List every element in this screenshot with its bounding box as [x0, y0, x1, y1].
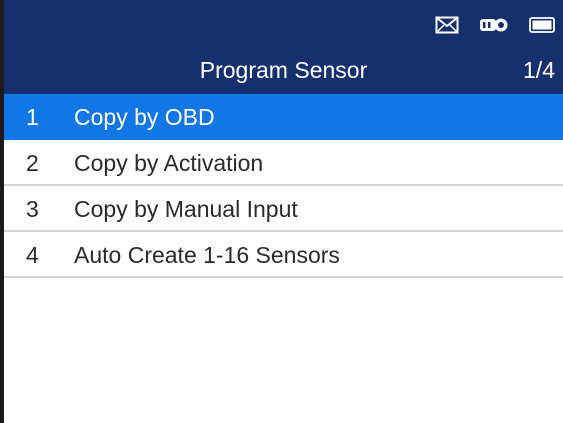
- menu-item-number: 2: [26, 150, 39, 176]
- menu-list: 1 Copy by OBD 2 Copy by Activation 3 Cop…: [4, 94, 563, 278]
- device-screen: Program Sensor 1/4 1 Copy by OBD 2 Copy …: [0, 0, 563, 423]
- menu-item-copy-by-activation[interactable]: 2 Copy by Activation: [4, 140, 563, 186]
- page-title: Program Sensor: [199, 57, 368, 83]
- menu-item-copy-by-manual-input[interactable]: 3 Copy by Manual Input: [4, 186, 563, 232]
- menu-item-label: Copy by Activation: [74, 150, 264, 176]
- page-indicator: 1/4: [523, 57, 555, 83]
- menu-item-number: 4: [26, 242, 39, 268]
- menu-item-number: 1: [26, 104, 39, 130]
- menu-item-label: Auto Create 1-16 Sensors: [74, 242, 340, 268]
- mail-icon: [435, 16, 459, 34]
- menu-item-number: 3: [26, 196, 39, 222]
- menu-item-auto-create-sensors[interactable]: 4 Auto Create 1-16 Sensors: [4, 232, 563, 278]
- menu-item-label: Copy by OBD: [74, 104, 215, 130]
- battery-icon: [529, 17, 555, 33]
- status-icons: [435, 12, 555, 38]
- menu-item-label: Copy by Manual Input: [74, 196, 298, 222]
- obd-connector-icon: [479, 16, 509, 34]
- header-bar: Program Sensor 1/4: [4, 0, 563, 94]
- menu-item-copy-by-obd[interactable]: 1 Copy by OBD: [4, 94, 563, 140]
